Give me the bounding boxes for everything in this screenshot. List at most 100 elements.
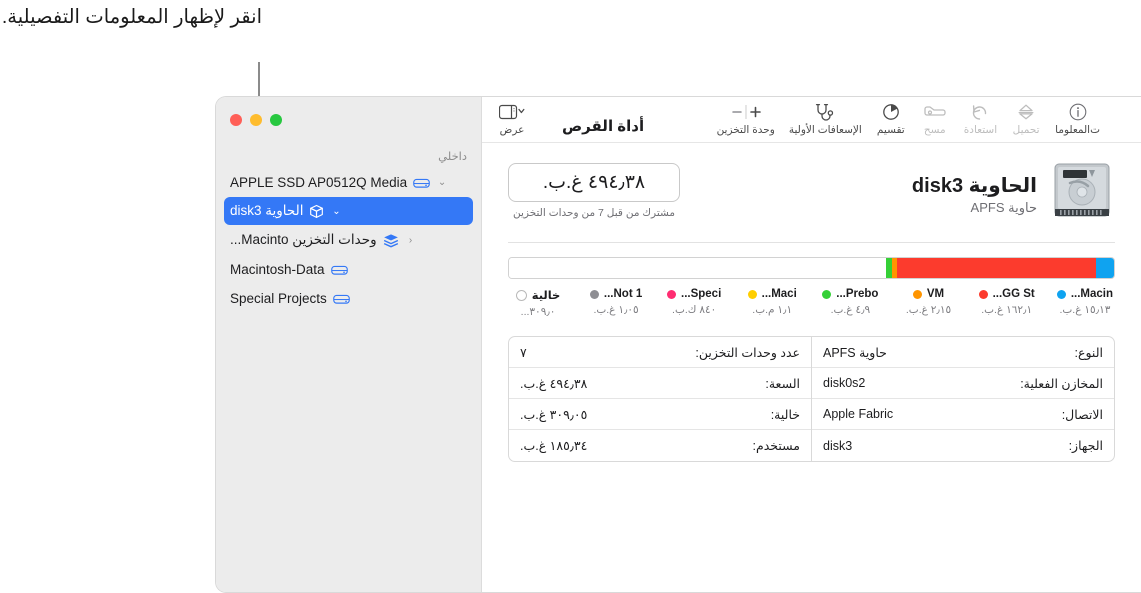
volume-group-icon xyxy=(383,233,399,248)
sidebar-item-3[interactable]: ‹ وحدات التخزين Macinto... xyxy=(224,226,473,254)
legend-value: ١٦٢٫١ غ.ب. xyxy=(981,304,1033,316)
legend-item[interactable]: ...Maci ١٫١ م.ب. xyxy=(744,288,800,318)
legend-label: ...Prebo xyxy=(836,288,879,300)
info-key: السعة: xyxy=(765,376,800,391)
legend-label: ...Not 1 xyxy=(603,288,643,300)
container-box-icon xyxy=(309,204,324,219)
legend-item[interactable]: ...GG St ١٦٢٫١ غ.ب. xyxy=(978,288,1035,318)
info-row: المخازن الفعلية: disk0s2 xyxy=(812,368,1114,399)
legend-swatch xyxy=(515,289,527,301)
legend-value: ١٥٫١٣ غ.ب. xyxy=(1059,304,1111,316)
legend-item[interactable]: خالية ٣٠٩٫٠... xyxy=(510,288,566,318)
minimize-button[interactable] xyxy=(250,114,262,126)
info-row: الجهاز: disk3 xyxy=(812,430,1114,461)
info-row: خالية: ٣٠٩٫٠٥ غ.ب. xyxy=(509,399,811,430)
sidebar-item-1[interactable]: ⌄ APPLE SSD AP0512Q Media xyxy=(224,168,473,196)
volume-icon xyxy=(332,292,350,305)
sidebar-item-2[interactable]: ⌄ الحاوية disk3 xyxy=(224,197,473,225)
toolbar-item-info[interactable]: ت‌المعلوما xyxy=(1048,100,1107,136)
legend-swatch xyxy=(667,289,676,299)
info-value: Apple Fabric xyxy=(823,407,894,421)
info-key: الجهاز: xyxy=(1068,439,1103,453)
info-table-right: عدد وحدات التخزين: ٧ السعة: ٤٩٤٫٣٨ غ.ب. خالي… xyxy=(509,337,811,461)
info-row: السعة: ٤٩٤٫٣٨ غ.ب. xyxy=(509,368,811,399)
info-row: الاتصال: Apple Fabric xyxy=(812,399,1114,430)
info-value: ١٨٥٫٣٤ غ.ب. xyxy=(520,439,588,453)
view-button-label: عرض xyxy=(499,124,525,136)
main-pane: عرض أداة القرص وحدة التخزين الإسعافات ال… xyxy=(482,97,1141,592)
info-table-left: النوع: حاوية APFS المخازن الفعلية: disk0s2 ا… xyxy=(811,337,1114,461)
hard-disk-icon xyxy=(1049,161,1115,228)
plus-minus-icon xyxy=(729,102,763,122)
storage-legend: ...Macin ١٥٫١٣ غ.ب. ...GG St ١٦٢٫١ غ.ب. VM ٢٫… xyxy=(508,288,1115,318)
usage-bar-segment xyxy=(885,258,892,278)
legend-label: ...Speci xyxy=(681,288,722,300)
info-value: ٧ xyxy=(520,345,527,360)
toolbar-item-restore[interactable]: استعادة xyxy=(957,100,1004,136)
capacity-block: ٤٩٤٫٣٨ غ.ب. مشترك من قبل 7 من وحدات التخ… xyxy=(508,163,680,219)
toolbar-item-storage-unit[interactable]: وحدة التخزين xyxy=(710,100,782,136)
legend-swatch xyxy=(912,289,922,299)
toolbar-item-partition[interactable]: تقسيم xyxy=(869,100,913,136)
sidebar-item-4[interactable]: Macintosh-Data xyxy=(224,255,473,283)
toolbar-item-first-aid[interactable]: الإسعافات الأولية xyxy=(782,100,869,136)
toolbar-item-restore-label: استعادة xyxy=(963,124,998,136)
info-key: النوع: xyxy=(1074,345,1103,360)
sidebar-section-title: داخلي xyxy=(438,151,467,163)
disk-info-tables: النوع: حاوية APFS المخازن الفعلية: disk0s2 ا… xyxy=(508,336,1115,462)
legend-item[interactable]: VM ٢٫١٥ غ.ب. xyxy=(901,288,957,318)
view-button[interactable]: عرض xyxy=(490,100,534,136)
legend-label: ...Macin xyxy=(1070,288,1113,300)
capacity-note: مشترك من قبل 7 من وحدات التخزين xyxy=(513,207,675,219)
content-area: الحاوية disk3 حاوية APFS ٤٩٤٫٣٨ غ.ب. مشت… xyxy=(482,143,1141,592)
close-button[interactable] xyxy=(230,114,242,126)
chevron-left-icon[interactable]: ‹ xyxy=(405,235,417,246)
toolbar-item-erase-label: مسح xyxy=(923,124,946,136)
legend-swatch xyxy=(589,289,599,299)
legend-item[interactable]: ...Speci ٨٤٠ ك.ب. xyxy=(666,288,722,318)
info-icon xyxy=(1068,102,1088,122)
usage-bar-segment xyxy=(891,258,898,278)
info-key: خالية: xyxy=(770,407,800,422)
legend-item[interactable]: ...Not 1 ١٫٠٥ غ.ب. xyxy=(588,288,644,318)
info-value: ٣٠٩٫٠٥ غ.ب. xyxy=(520,407,588,422)
toolbar-item-mount[interactable]: تحميل xyxy=(1004,100,1048,136)
legend-item[interactable]: ...Macin ١٥٫١٣ غ.ب. xyxy=(1056,288,1113,318)
info-value: disk0s2 xyxy=(823,376,866,390)
traffic-lights xyxy=(230,114,282,126)
legend-label: خالية xyxy=(531,290,561,302)
legend-item[interactable]: ...Prebo ٤٫٩ غ.ب. xyxy=(822,288,878,318)
screenshot-root: انقر لإظهار المعلومات التفصيلية. عرض أدا… xyxy=(0,0,1141,593)
toolbar-item-info-label: ت‌المعلوما xyxy=(1055,124,1100,136)
legend-swatch xyxy=(1056,289,1066,299)
sidebar-item-label: الحاوية disk3 xyxy=(230,203,304,218)
legend-label: ...GG St xyxy=(992,288,1035,300)
sidebar-item-5[interactable]: Special Projects xyxy=(224,284,473,312)
storage-usage-bar[interactable] xyxy=(508,257,1115,279)
legend-label: ...Maci xyxy=(761,288,797,300)
info-row: عدد وحدات التخزين: ٧ xyxy=(509,337,811,368)
disk-utility-window: عرض أداة القرص وحدة التخزين الإسعافات ال… xyxy=(215,96,1141,593)
disk-title-block: الحاوية disk3 حاوية APFS xyxy=(912,173,1037,216)
legend-swatch xyxy=(978,289,988,299)
usage-bar-segment xyxy=(897,258,1096,278)
toolbar-item-storage-unit-label: وحدة التخزين xyxy=(716,124,775,136)
chevron-down-icon[interactable]: ⌄ xyxy=(330,206,342,217)
zoom-button[interactable] xyxy=(270,114,282,126)
info-key: مستخدم: xyxy=(752,439,800,453)
disk-subtitle: حاوية APFS xyxy=(970,200,1037,215)
toolbar: عرض أداة القرص وحدة التخزين الإسعافات ال… xyxy=(482,97,1141,143)
info-value: disk3 xyxy=(823,438,853,453)
toolbar-item-partition-label: تقسيم xyxy=(876,124,905,136)
sidebar: داخلي ⌄ APPLE SSD AP0512Q Media ⌄ الحاوية… xyxy=(216,97,482,592)
sidebar-item-label: وحدات التخزين Macinto... xyxy=(230,232,377,247)
usage-bar-segment xyxy=(1095,258,1114,278)
legend-value: ٢٫١٥ غ.ب. xyxy=(905,304,952,316)
legend-value: ١٫٠٥ غ.ب. xyxy=(593,304,639,316)
legend-value: ١٫١ م.ب. xyxy=(752,304,793,316)
disk-header: الحاوية disk3 حاوية APFS ٤٩٤٫٣٨ غ.ب. مشت… xyxy=(508,161,1115,228)
toolbar-item-erase[interactable]: مسح xyxy=(913,100,957,136)
chevron-down-icon[interactable]: ⌄ xyxy=(436,177,448,188)
legend-label: VM xyxy=(926,288,945,300)
info-row: مستخدم: ١٨٥٫٣٤ غ.ب. xyxy=(509,430,811,461)
